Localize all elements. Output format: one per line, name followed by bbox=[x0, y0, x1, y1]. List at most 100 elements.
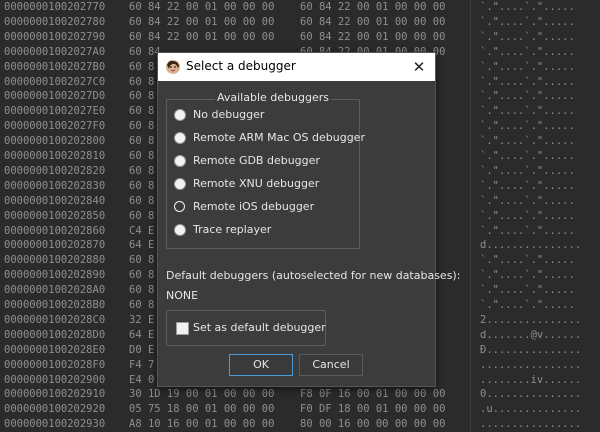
hex-bytes-left: 60 8 bbox=[129, 194, 155, 207]
hex-address: 00000001002027B0 bbox=[4, 60, 106, 73]
radio-icon[interactable] bbox=[174, 155, 186, 167]
cancel-button[interactable]: Cancel bbox=[299, 354, 363, 376]
hex-row[interactable]: 0000000100202770 60 84 22 00 01 00 00 00 6… bbox=[0, 0, 600, 15]
debugger-option-label: Remote ARM Mac OS debugger bbox=[193, 131, 365, 144]
hex-bytes-left: A8 10 16 00 01 00 00 00 bbox=[129, 418, 275, 431]
radio-icon[interactable] bbox=[174, 132, 186, 144]
hex-bytes-left: 32 E bbox=[129, 313, 155, 326]
hex-address: 0000000100202840 bbox=[4, 194, 106, 207]
hex-address: 0000000100202880 bbox=[4, 254, 106, 267]
hex-address: 0000000100202800 bbox=[4, 135, 106, 148]
hex-address: 00000001002028C0 bbox=[4, 313, 106, 326]
default-debuggers-value: NONE bbox=[166, 289, 199, 302]
hex-bytes-left: 30 1D 19 00 01 00 00 00 bbox=[129, 388, 275, 401]
hex-ascii: `."....`."..... bbox=[480, 60, 575, 73]
hex-ascii: `."....`."..... bbox=[480, 284, 575, 297]
hex-address: 00000001002028F0 bbox=[4, 358, 106, 371]
hex-address: 00000001002027D0 bbox=[4, 90, 106, 103]
hex-bytes-right: 60 84 22 00 01 00 00 00 bbox=[300, 1, 446, 13]
available-debuggers-title: Available debuggers bbox=[215, 91, 331, 104]
hex-bytes-left: 64 E bbox=[129, 239, 155, 252]
checkbox-box[interactable] bbox=[176, 322, 189, 335]
hex-bytes-left: 60 8 bbox=[129, 105, 155, 118]
hex-address: 0000000100202930 bbox=[4, 418, 106, 431]
hex-bytes-left: 60 8 bbox=[129, 135, 155, 148]
dialog-title: Select a debugger bbox=[186, 59, 296, 73]
hex-bytes-right: F0 DF 18 00 01 00 00 00 bbox=[300, 403, 446, 416]
hex-ascii: `."....`."..... bbox=[480, 45, 575, 58]
hex-address: 00000001002028A0 bbox=[4, 284, 106, 297]
hex-row[interactable]: 0000000100202930 A8 10 16 00 01 00 00 00 8… bbox=[0, 416, 600, 432]
hex-ascii: ................ bbox=[480, 418, 582, 431]
hex-bytes-left: 60 8 bbox=[129, 164, 155, 177]
hex-row[interactable]: 0000000100202920 05 75 18 00 01 00 00 00 F… bbox=[0, 401, 600, 417]
hex-bytes-left: 60 8 bbox=[129, 60, 155, 73]
hex-bytes-left: 60 8 bbox=[129, 299, 155, 311]
hex-ascii: `."....`."..... bbox=[480, 299, 575, 311]
hex-address: 0000000100202900 bbox=[4, 373, 106, 386]
hex-ascii: `."....`."..... bbox=[480, 135, 575, 148]
hex-address: 00000001002027A0 bbox=[4, 45, 106, 58]
hex-address: 00000001002028E0 bbox=[4, 343, 106, 356]
hex-bytes-left: 60 84 22 00 01 00 00 00 bbox=[129, 1, 275, 13]
close-icon[interactable]: ✕ bbox=[407, 55, 431, 79]
hex-ascii: `."....`."..... bbox=[480, 120, 575, 133]
hex-ascii: `."....`."..... bbox=[480, 15, 575, 28]
hex-bytes-left: 60 8 bbox=[129, 254, 155, 267]
hex-bytes-right: 60 84 22 00 01 00 00 00 bbox=[300, 30, 446, 43]
hex-bytes-left: 05 75 18 00 01 00 00 00 bbox=[129, 403, 275, 416]
hex-address: 0000000100202850 bbox=[4, 209, 106, 222]
hex-ascii: 0............... bbox=[480, 388, 582, 401]
hex-bytes-left: 60 8 bbox=[129, 209, 155, 222]
hex-row[interactable]: 0000000100202910 30 1D 19 00 01 00 00 00 F… bbox=[0, 386, 600, 402]
hex-ascii: `."....`."..... bbox=[480, 75, 575, 88]
debugger-option-label: Trace replayer bbox=[193, 223, 272, 236]
hex-ascii: `."....`."..... bbox=[480, 90, 575, 103]
hex-ascii: `."....`."..... bbox=[480, 209, 575, 222]
hex-bytes-left: 64 E bbox=[129, 328, 155, 341]
dialog-titlebar: Select a debugger ✕ bbox=[158, 53, 435, 81]
hex-ascii-separator bbox=[470, 0, 471, 432]
hex-bytes-left: F4 7 bbox=[129, 358, 155, 371]
debugger-option-label: Remote iOS debugger bbox=[193, 200, 315, 213]
radio-icon[interactable] bbox=[174, 178, 186, 190]
hex-bytes-right: 80 00 16 00 00 00 00 00 bbox=[300, 418, 446, 431]
hex-bytes-left: 60 84 22 00 01 00 00 00 bbox=[129, 30, 275, 43]
hex-bytes-left: 60 8 bbox=[129, 90, 155, 103]
debugger-option-label: Remote GDB debugger bbox=[193, 154, 320, 167]
hex-bytes-left: 60 84 22 00 01 00 00 00 bbox=[129, 15, 275, 28]
hex-address: 0000000100202870 bbox=[4, 239, 106, 252]
hex-bytes-left: 60 8 bbox=[129, 269, 155, 282]
select-debugger-dialog: Select a debugger ✕ Available debuggers … bbox=[157, 52, 460, 387]
hex-address: 0000000100202790 bbox=[4, 30, 106, 43]
radio-icon[interactable] bbox=[174, 224, 186, 236]
radio-icon[interactable] bbox=[174, 109, 186, 121]
hex-address: 0000000100202890 bbox=[4, 269, 106, 282]
hex-address: 00000001002027F0 bbox=[4, 120, 106, 133]
hex-address: 00000001002028D0 bbox=[4, 328, 106, 341]
hex-address: 00000001002028B0 bbox=[4, 299, 106, 311]
hex-ascii: `."....`."..... bbox=[480, 224, 575, 237]
hex-ascii: `."....`."..... bbox=[480, 194, 575, 207]
hex-ascii: ........iv...... bbox=[480, 373, 582, 386]
hex-row[interactable]: 0000000100202790 60 84 22 00 01 00 00 00 6… bbox=[0, 29, 600, 45]
hex-bytes-left: 60 8 bbox=[129, 150, 155, 162]
hex-row[interactable]: 0000000100202780 60 84 22 00 01 00 00 00 6… bbox=[0, 14, 600, 30]
hex-address: 0000000100202920 bbox=[4, 403, 106, 416]
hex-bytes-left: 60 8 bbox=[129, 120, 155, 133]
hex-bytes-left: 60 8 bbox=[129, 179, 155, 192]
ok-button[interactable]: OK bbox=[229, 354, 293, 376]
hex-address: 0000000100202780 bbox=[4, 15, 106, 28]
hex-address: 0000000100202810 bbox=[4, 150, 106, 162]
hex-ascii: `."....`."..... bbox=[480, 105, 575, 118]
hex-ascii: 2............... bbox=[480, 313, 582, 326]
hex-bytes-left: E4 0 bbox=[129, 373, 155, 386]
hex-ascii: .u.............. bbox=[480, 403, 582, 416]
hex-ascii: `."....`."..... bbox=[480, 179, 575, 192]
hex-bytes-left: 60 8 bbox=[129, 75, 155, 88]
hex-bytes-left: 60 84 bbox=[129, 45, 161, 58]
radio-icon[interactable] bbox=[174, 201, 185, 212]
hex-address: 0000000100202860 bbox=[4, 224, 106, 237]
hex-ascii: d............... bbox=[480, 239, 582, 252]
hex-ascii: `."....`."..... bbox=[480, 269, 575, 282]
